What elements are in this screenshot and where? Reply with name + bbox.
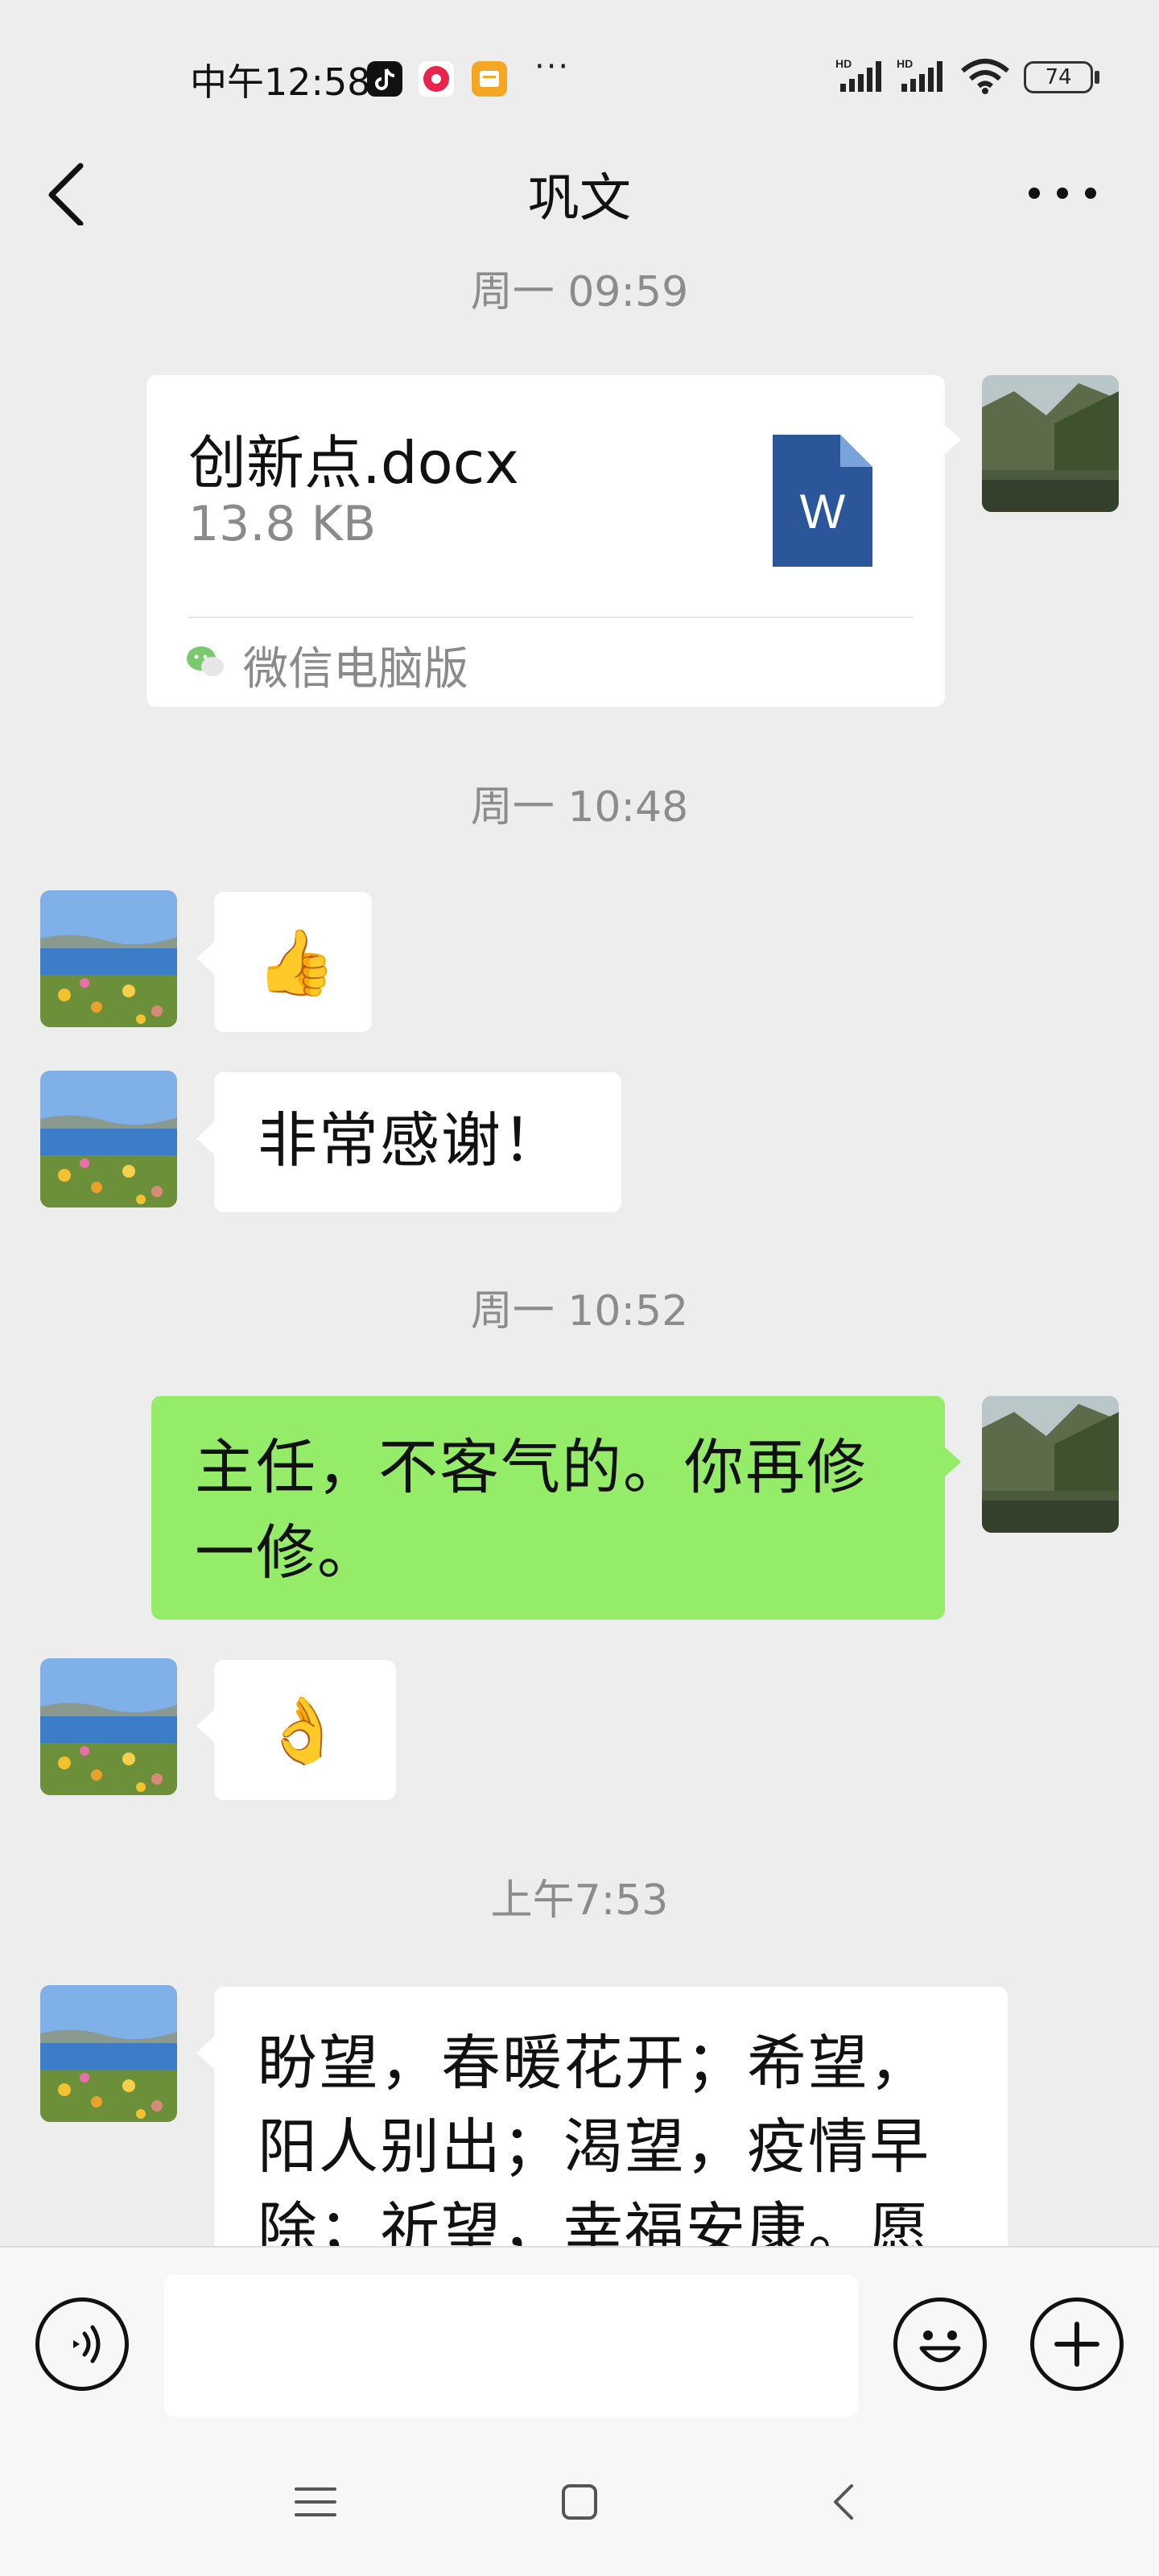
timestamp: 周一 10:52 — [470, 1287, 689, 1335]
reply-message[interactable]: 主任，不客气的。你再修一修。 — [151, 1396, 945, 1620]
home-nav-icon[interactable] — [560, 2483, 599, 2521]
wechat-pc-icon — [185, 641, 227, 683]
message-line: 盼望，春暖花开；希望， — [258, 2029, 930, 2098]
ok-message[interactable]: 👌 — [214, 1660, 396, 1800]
word-letter: W — [800, 485, 846, 539]
my-avatar[interactable] — [982, 1396, 1119, 1533]
more-notifications-icon: ··· — [534, 48, 571, 85]
file-name: 创新点.docx — [188, 429, 519, 497]
more-options-button[interactable] — [1022, 169, 1103, 217]
ok-emoji: 👌 — [262, 1693, 343, 1768]
bubble-tail — [196, 942, 214, 974]
menu-nav-icon[interactable] — [295, 2484, 336, 2520]
bubble-tail — [196, 1710, 214, 1742]
back-nav-icon[interactable] — [829, 2483, 858, 2521]
bubble-tail — [196, 2037, 214, 2069]
contact-avatar[interactable] — [40, 1071, 177, 1208]
wifi-icon — [959, 56, 1011, 95]
tiktok-icon — [367, 61, 402, 97]
status-time: 中午12:58 — [190, 60, 371, 104]
divider — [188, 617, 913, 618]
message-input[interactable] — [164, 2275, 858, 2417]
message-text: 非常感谢！ — [258, 1106, 563, 1175]
record-app-icon — [419, 61, 454, 97]
word-file-icon: W — [773, 435, 872, 567]
thumbs-up-emoji: 👍 — [256, 925, 336, 1000]
svg-text:HD: HD — [897, 57, 913, 70]
message-line: 除；祈望，幸福安康。愿 — [258, 2196, 930, 2246]
message-text: 主任，不客气的。你再修一修。 — [195, 1433, 868, 1587]
contact-avatar[interactable] — [40, 1985, 177, 2122]
my-avatar[interactable] — [982, 375, 1119, 512]
file-message[interactable]: 创新点.docx 13.8 KB W 微信电脑版 — [146, 375, 945, 707]
svg-text:HD: HD — [835, 57, 852, 70]
timestamp: 上午7:53 — [490, 1876, 669, 1925]
bubble-tail — [943, 1446, 961, 1478]
bubble-tail — [196, 1122, 214, 1154]
text-message[interactable]: 非常感谢！ — [214, 1072, 621, 1212]
emoji-button[interactable] — [893, 2297, 987, 2391]
more-functions-button[interactable] — [1030, 2297, 1124, 2391]
battery-tip — [1095, 71, 1099, 84]
thumbs-up-message[interactable]: 👍 — [214, 892, 372, 1032]
voice-input-button[interactable] — [35, 2297, 129, 2391]
notes-app-icon — [472, 61, 507, 97]
signal-icon-2: HD — [897, 56, 947, 95]
chat-area[interactable]: 周一 09:59 创新点.docx 13.8 KB W 微信电脑版 周一 10:… — [0, 242, 1159, 2246]
contact-avatar[interactable] — [40, 890, 177, 1027]
contact-avatar[interactable] — [40, 1658, 177, 1795]
signal-icon-1: HD — [835, 56, 885, 95]
timestamp: 周一 10:48 — [470, 783, 689, 832]
timestamp: 周一 09:59 — [470, 268, 689, 316]
message-line: 阳人别出；渴望，疫情早 — [258, 2112, 930, 2182]
long-text-message[interactable]: 盼望，春暖花开；希望， 阳人别出；渴望，疫情早 除；祈望，幸福安康。愿 — [214, 1987, 1008, 2246]
battery-icon: 74 — [1024, 61, 1093, 93]
file-source: 微信电脑版 — [243, 643, 468, 696]
file-size: 13.8 KB — [188, 496, 377, 552]
chat-title: 巩文 — [528, 169, 631, 229]
bubble-tail — [943, 423, 961, 456]
